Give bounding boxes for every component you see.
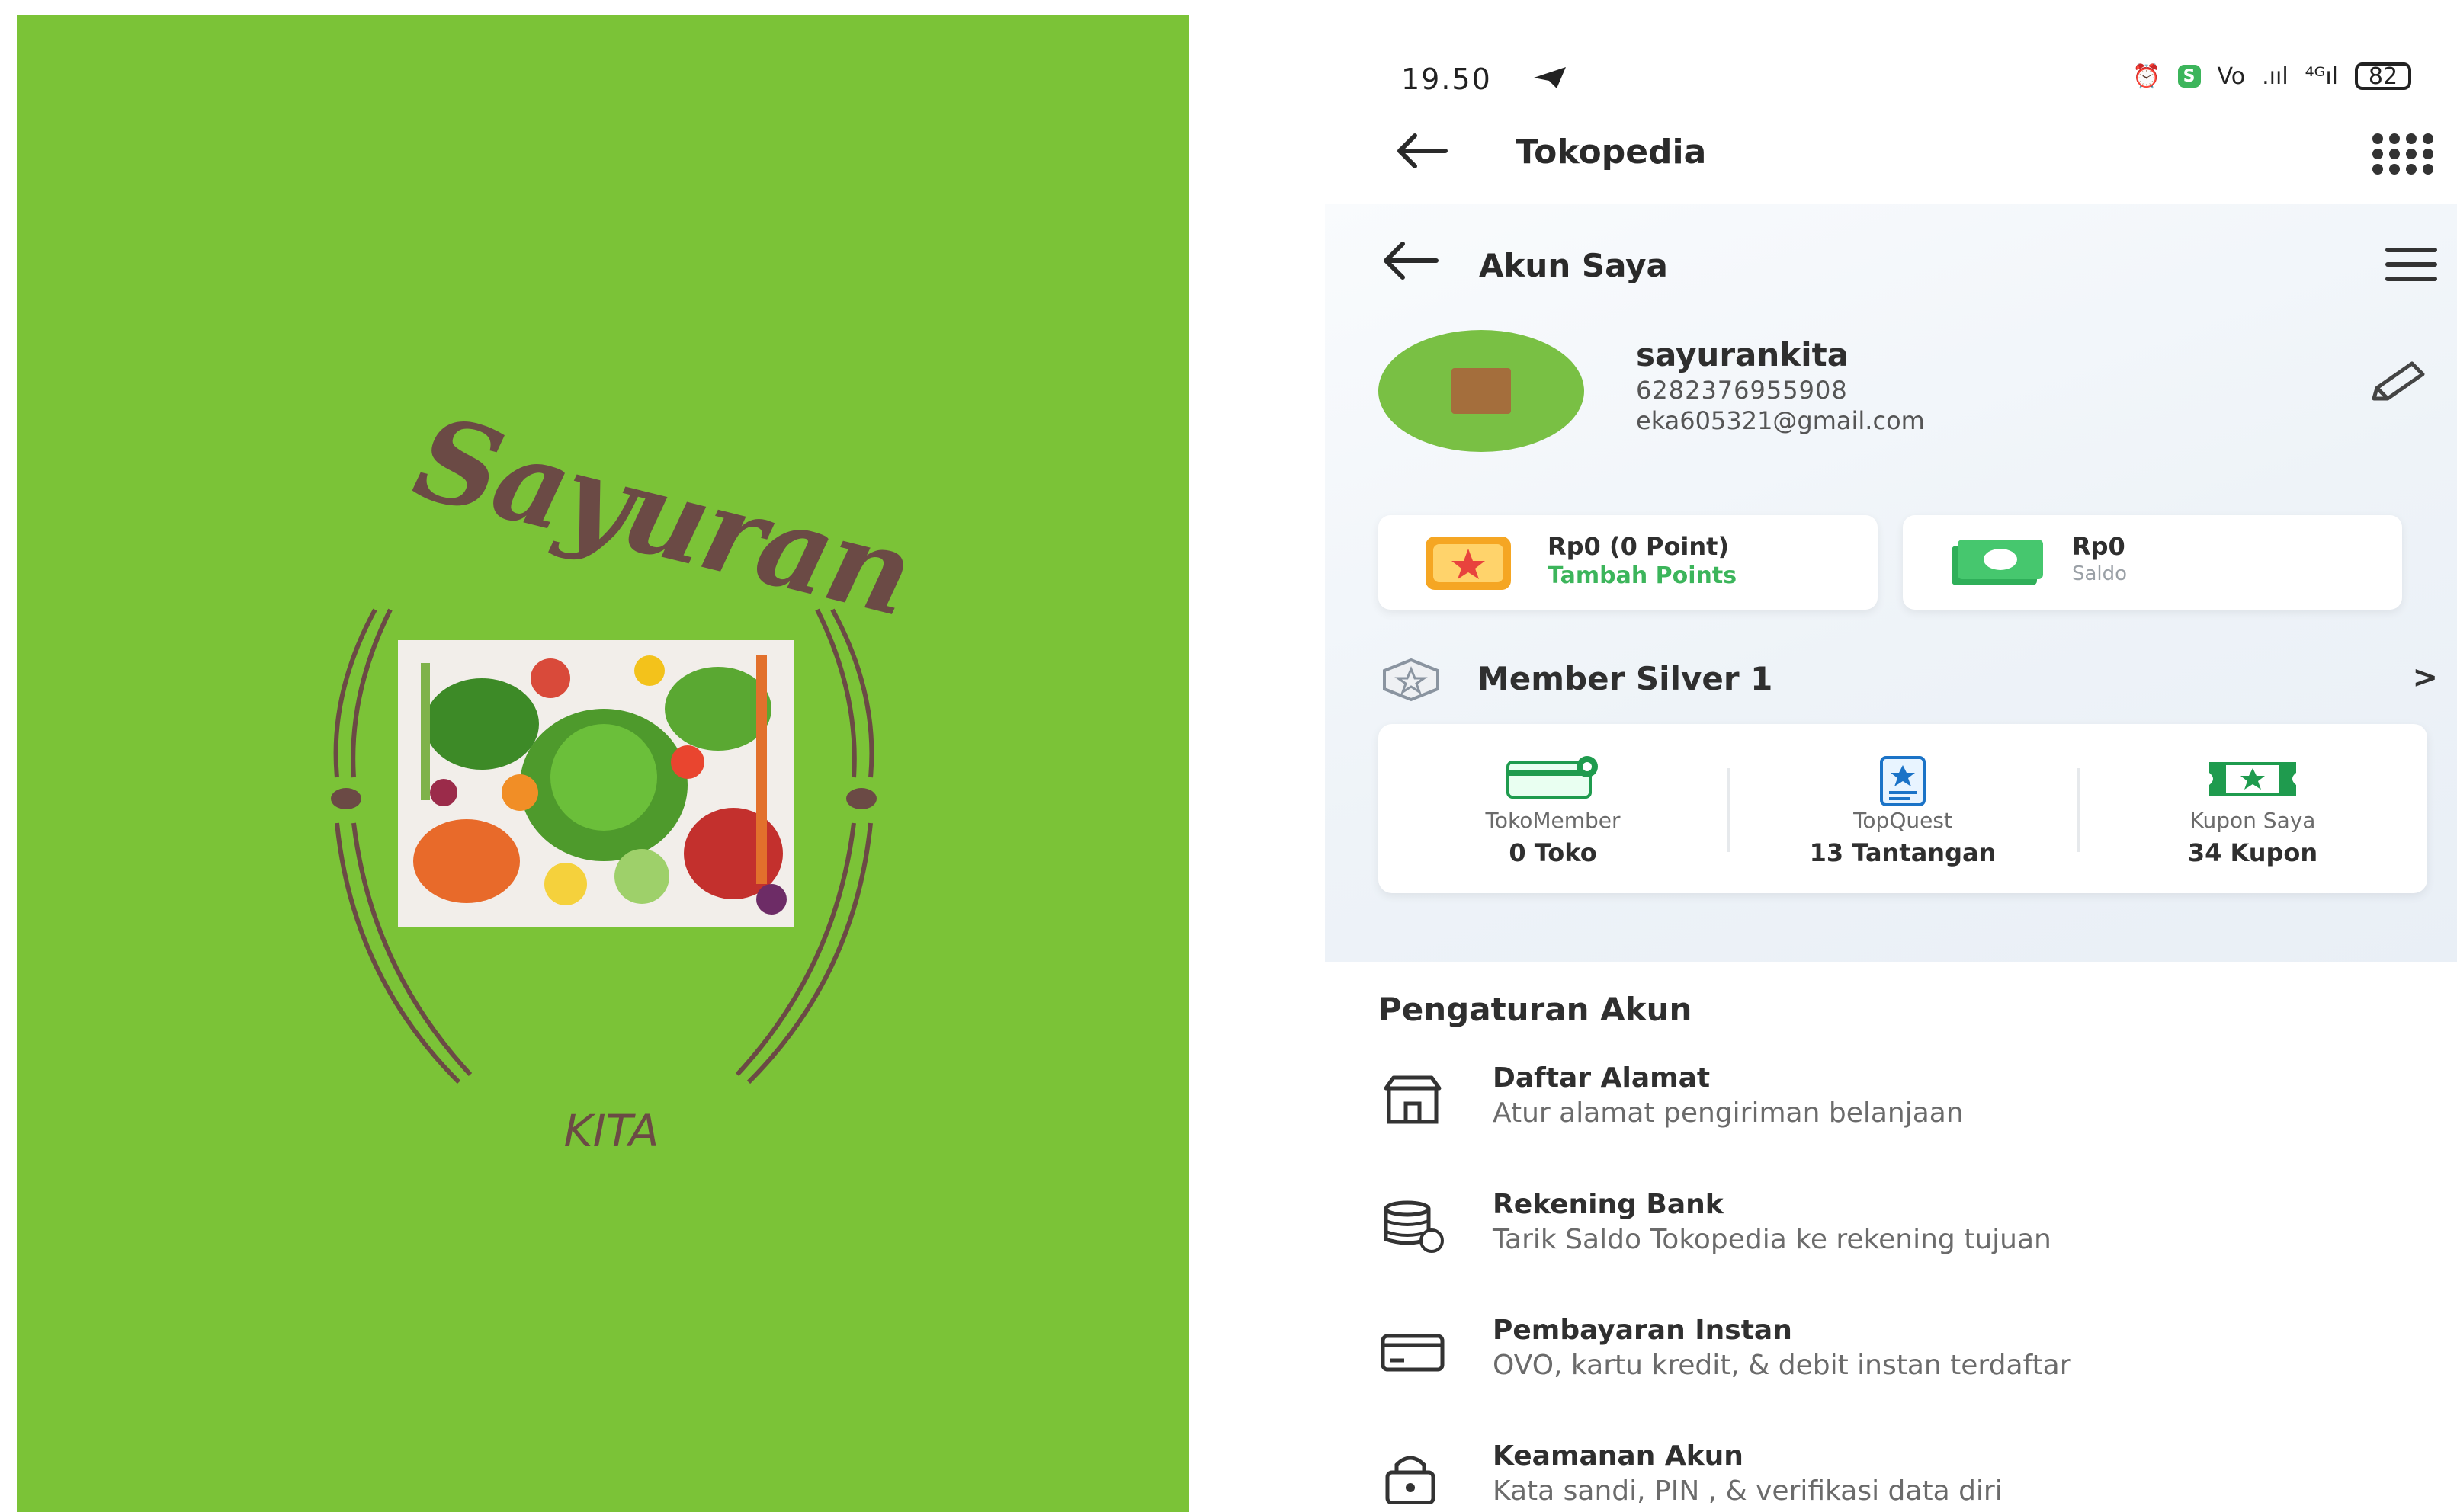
lock-icon [1385,1456,1435,1504]
status-time: 19.50 [1401,62,1492,96]
signal-icon: .ııl [2262,62,2289,90]
chevron-right-icon: > [2412,660,2438,695]
card-icon [1381,1334,1445,1372]
profile-phone: 6282376955908 [1636,376,1848,405]
money-icon [1952,540,2043,585]
setting-title: Pembayaran Instan [1493,1315,1792,1346]
saldo-value: Rp0 [2072,532,2125,561]
app-bar: Tokopedia [1325,114,2457,198]
member-tier-row[interactable]: Member Silver 1 > [1378,654,2438,707]
setting-desc: Tarik Saldo Tokopedia ke rekening tujuan [1493,1224,2051,1255]
setting-title: Daftar Alamat [1493,1062,1711,1094]
profile-email: eka605321@gmail.com [1636,406,1925,435]
splash-screen: Sayuran KITA [17,15,1189,1512]
stat-label: TokoMember [1485,808,1621,833]
points-icon [1426,537,1511,590]
stat-label: Kupon Saya [2189,808,2316,833]
battery-level: 82 [2368,62,2398,90]
splash-logo-title: Sayuran [403,390,923,642]
setting-pembayaran-instan[interactable]: Pembayaran Instan OVO, kartu kredit, & d… [1378,1315,2430,1406]
stat-kupon[interactable]: Kupon Saya 34 Kupon [2078,724,2427,893]
edit-pencil-icon[interactable] [2366,359,2430,405]
splash-logo-subtitle: KITA [563,1105,659,1157]
apps-grid-icon[interactable] [2370,131,2434,177]
membership-stats: TokoMember 0 Toko TopQuest 13 Tantangan [1378,724,2427,893]
saldo-label: Saldo [2072,562,2128,585]
battery-icon: 82 [2355,62,2411,90]
stat-label: TopQuest [1853,808,1952,833]
telegram-icon [1534,67,1566,88]
status-bar: 19.50 ⏰ S Vo .ııl ⁴ᴳıl 82 [1325,0,2457,96]
member-tier-title: Member Silver 1 [1477,660,1773,697]
account-summary: Akun Saya sayurankita 6282376955908 eka6… [1325,204,2457,962]
profile-section: sayurankita 6282376955908 eka605321@gmai… [1378,330,2438,460]
profile-name: sayurankita [1636,336,1849,373]
add-points-link[interactable]: Tambah Points [1548,562,1737,589]
bank-icon [1384,1200,1444,1253]
avatar[interactable] [1378,330,1584,452]
stat-value: 0 Toko [1509,838,1597,867]
setting-rekening-bank[interactable]: Rekening Bank Tarik Saldo Tokopedia ke r… [1378,1189,2430,1280]
account-header: Akun Saya [1378,233,2438,302]
saldo-card[interactable]: Rp0 Saldo [1903,515,2402,610]
stat-topquest[interactable]: TopQuest 13 Tantangan [1728,724,2077,893]
points-card[interactable]: Rp0 (0 Point) Tambah Points [1378,515,1878,610]
account-page-title: Akun Saya [1479,247,1668,284]
setting-desc: Kata sandi, PIN , & verifikasi data diri [1493,1475,2003,1507]
security-app-icon: S [2177,65,2201,88]
setting-desc: OVO, kartu kredit, & debit instan terdaf… [1493,1350,2071,1381]
quest-document-icon [1880,756,1926,806]
stat-value: 34 Kupon [2187,838,2318,867]
points-value: Rp0 (0 Point) [1548,532,1730,561]
stat-value: 13 Tantangan [1809,838,1997,867]
vegetables-photo [398,640,794,927]
avatar-image [1451,368,1511,414]
settings-section-title: Pengaturan Akun [1378,991,1692,1028]
signal-4g-icon: ⁴ᴳıl [2305,62,2338,90]
store-icon [1384,1075,1442,1124]
member-badge-icon [1383,658,1439,702]
setting-title: Rekening Bank [1493,1189,1724,1220]
back-arrow-icon[interactable] [1392,128,1453,174]
alarm-icon: ⏰ [2132,62,2161,90]
phone-screen: 19.50 ⏰ S Vo .ııl ⁴ᴳıl 82 Tokopedia Akun… [1325,0,2457,1512]
status-icons: ⏰ S Vo .ııl ⁴ᴳıl 82 [2132,62,2411,90]
stat-tokomember[interactable]: TokoMember 0 Toko [1378,724,1727,893]
coupon-icon [2209,762,2296,796]
setting-desc: Atur alamat pengiriman belanjaan [1493,1097,1964,1129]
membership-card-icon [1506,756,1598,799]
hamburger-menu-icon[interactable] [2385,245,2438,284]
volte-icon: Vo [2217,62,2246,90]
app-title: Tokopedia [1516,133,1707,171]
setting-title: Keamanan Akun [1493,1440,1743,1472]
balance-cards: Rp0 (0 Point) Tambah Points Rp0 Saldo [1378,515,2407,613]
back-arrow-icon[interactable] [1378,238,1442,284]
setting-daftar-alamat[interactable]: Daftar Alamat Atur alamat pengiriman bel… [1378,1062,2430,1154]
setting-keamanan-akun[interactable]: Keamanan Akun Kata sandi, PIN , & verifi… [1378,1440,2430,1512]
